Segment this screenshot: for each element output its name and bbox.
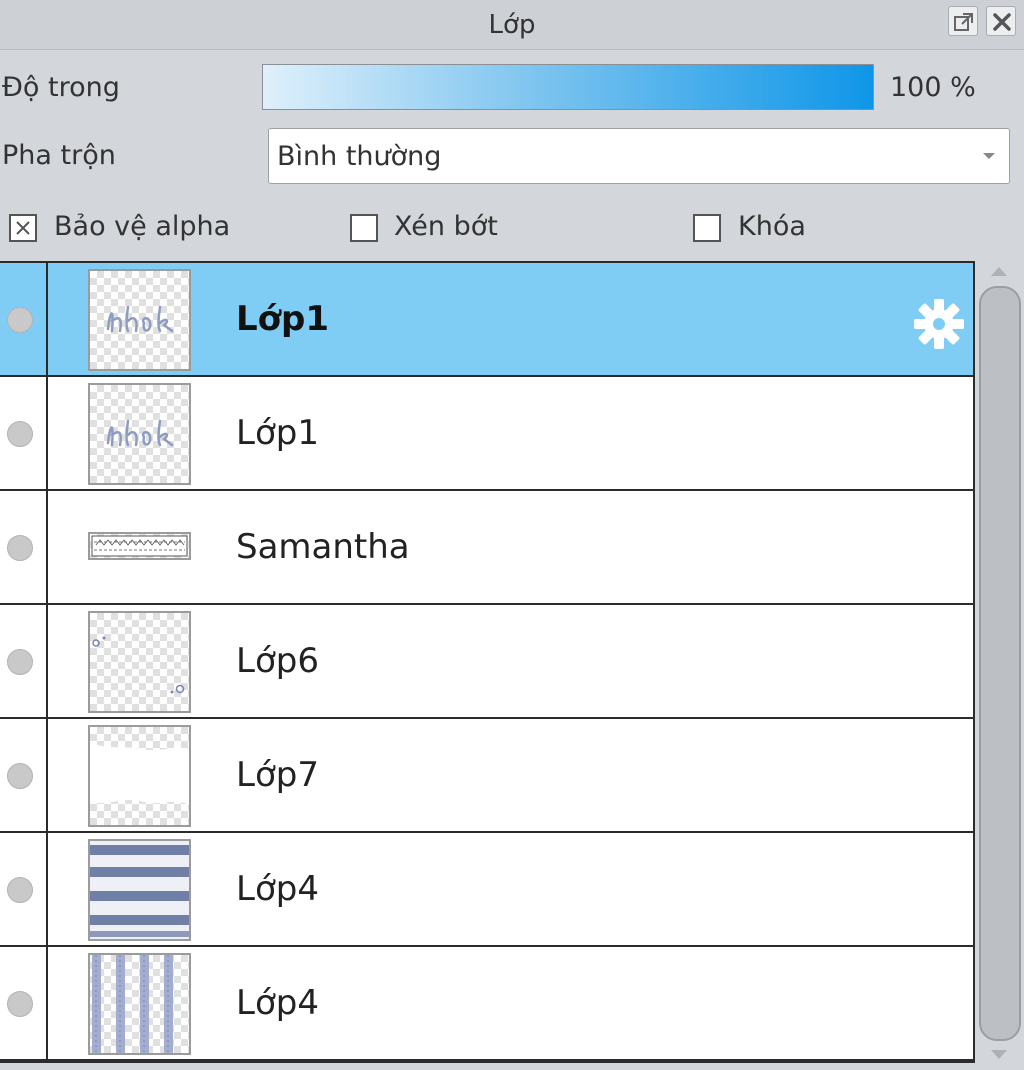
white-frame-thumbnail-icon [90, 741, 189, 805]
opacity-slider[interactable] [262, 64, 874, 110]
layer-list-scrollbar[interactable] [975, 261, 1024, 1063]
layer-name: Lớp7 [236, 755, 319, 795]
layer-thumbnail [88, 953, 191, 1055]
visibility-column [0, 833, 48, 945]
visibility-toggle[interactable] [7, 991, 33, 1017]
close-button[interactable] [986, 6, 1016, 36]
visibility-toggle[interactable] [7, 535, 33, 561]
blend-mode-value: Bình thường [277, 141, 442, 172]
clipping-label: Xén bớt [394, 211, 498, 242]
opacity-label: Độ trong [2, 72, 120, 103]
blend-mode-select[interactable]: Bình thường [268, 128, 1010, 184]
visibility-toggle[interactable] [7, 877, 33, 903]
layer-row[interactable]: Lớp6 [0, 605, 973, 719]
corner-dots-thumbnail-icon [92, 636, 185, 694]
layer-thumbnail [88, 269, 191, 371]
layer-thumbnail [88, 383, 191, 485]
visibility-toggle[interactable] [7, 649, 33, 675]
protect-alpha-label: Bảo vệ alpha [54, 211, 231, 242]
visibility-column [0, 263, 48, 375]
scrollbar-thumb[interactable] [979, 286, 1021, 1041]
layer-thumbnail [88, 611, 191, 713]
visibility-toggle[interactable] [7, 763, 33, 789]
layer-row[interactable]: Lớp4 [0, 833, 973, 947]
layer-name: Lớp1 [236, 413, 319, 453]
layer-name: Lớp4 [236, 869, 319, 909]
layer-list: Lớp1 Lớp1 Samantha Lớp6 Lớp7 Lớp4 Lớp4 [0, 261, 975, 1063]
layer-row[interactable]: Lớp1 [0, 377, 973, 491]
visibility-column [0, 947, 48, 1059]
scroll-up-arrow-icon[interactable] [991, 267, 1007, 276]
panel-titlebar: Lớp [0, 0, 1024, 50]
visibility-column [0, 377, 48, 489]
visibility-column [0, 719, 48, 831]
clipping-checkbox[interactable] [350, 214, 378, 242]
blend-mode-label: Pha trộn [2, 140, 116, 171]
layer-row[interactable]: Samantha [0, 491, 973, 605]
scroll-down-arrow-icon[interactable] [991, 1050, 1007, 1059]
opacity-value: 100 % [890, 72, 976, 103]
visibility-toggle[interactable] [7, 421, 33, 447]
gear-icon[interactable] [912, 297, 966, 351]
layer-thumbnail [88, 725, 191, 827]
lock-checkbox[interactable] [693, 214, 721, 242]
vertical-stripes-thumbnail-icon [92, 955, 173, 1053]
popout-icon [954, 13, 973, 31]
layer-row[interactable]: Lớp7 [0, 719, 973, 833]
panel-title: Lớp [488, 10, 536, 40]
layer-thumbnail [88, 532, 191, 560]
layer-name: Lớp4 [236, 983, 319, 1023]
chevron-down-icon [983, 153, 995, 159]
layer-name: Lớp6 [236, 641, 319, 681]
layer-name: Samantha [236, 527, 410, 567]
layer-row[interactable]: Lớp1 [0, 263, 973, 377]
lace-border-thumbnail-icon [91, 535, 188, 557]
visibility-toggle[interactable] [7, 307, 33, 333]
protect-alpha-checkbox[interactable] [9, 214, 37, 242]
layer-name: Lớp1 [236, 299, 330, 339]
checked-x-icon [16, 221, 30, 235]
visibility-column [0, 491, 48, 603]
handwriting-thumbnail-icon [106, 305, 174, 333]
layer-thumbnail [88, 839, 191, 941]
horizontal-stripes-thumbnail-icon [90, 841, 189, 939]
close-icon [993, 13, 1011, 31]
handwriting-thumbnail-icon [106, 419, 174, 447]
popout-button[interactable] [948, 6, 978, 36]
layer-row[interactable]: Lớp4 [0, 947, 973, 1061]
visibility-column [0, 605, 48, 717]
lock-label: Khóa [738, 211, 806, 242]
